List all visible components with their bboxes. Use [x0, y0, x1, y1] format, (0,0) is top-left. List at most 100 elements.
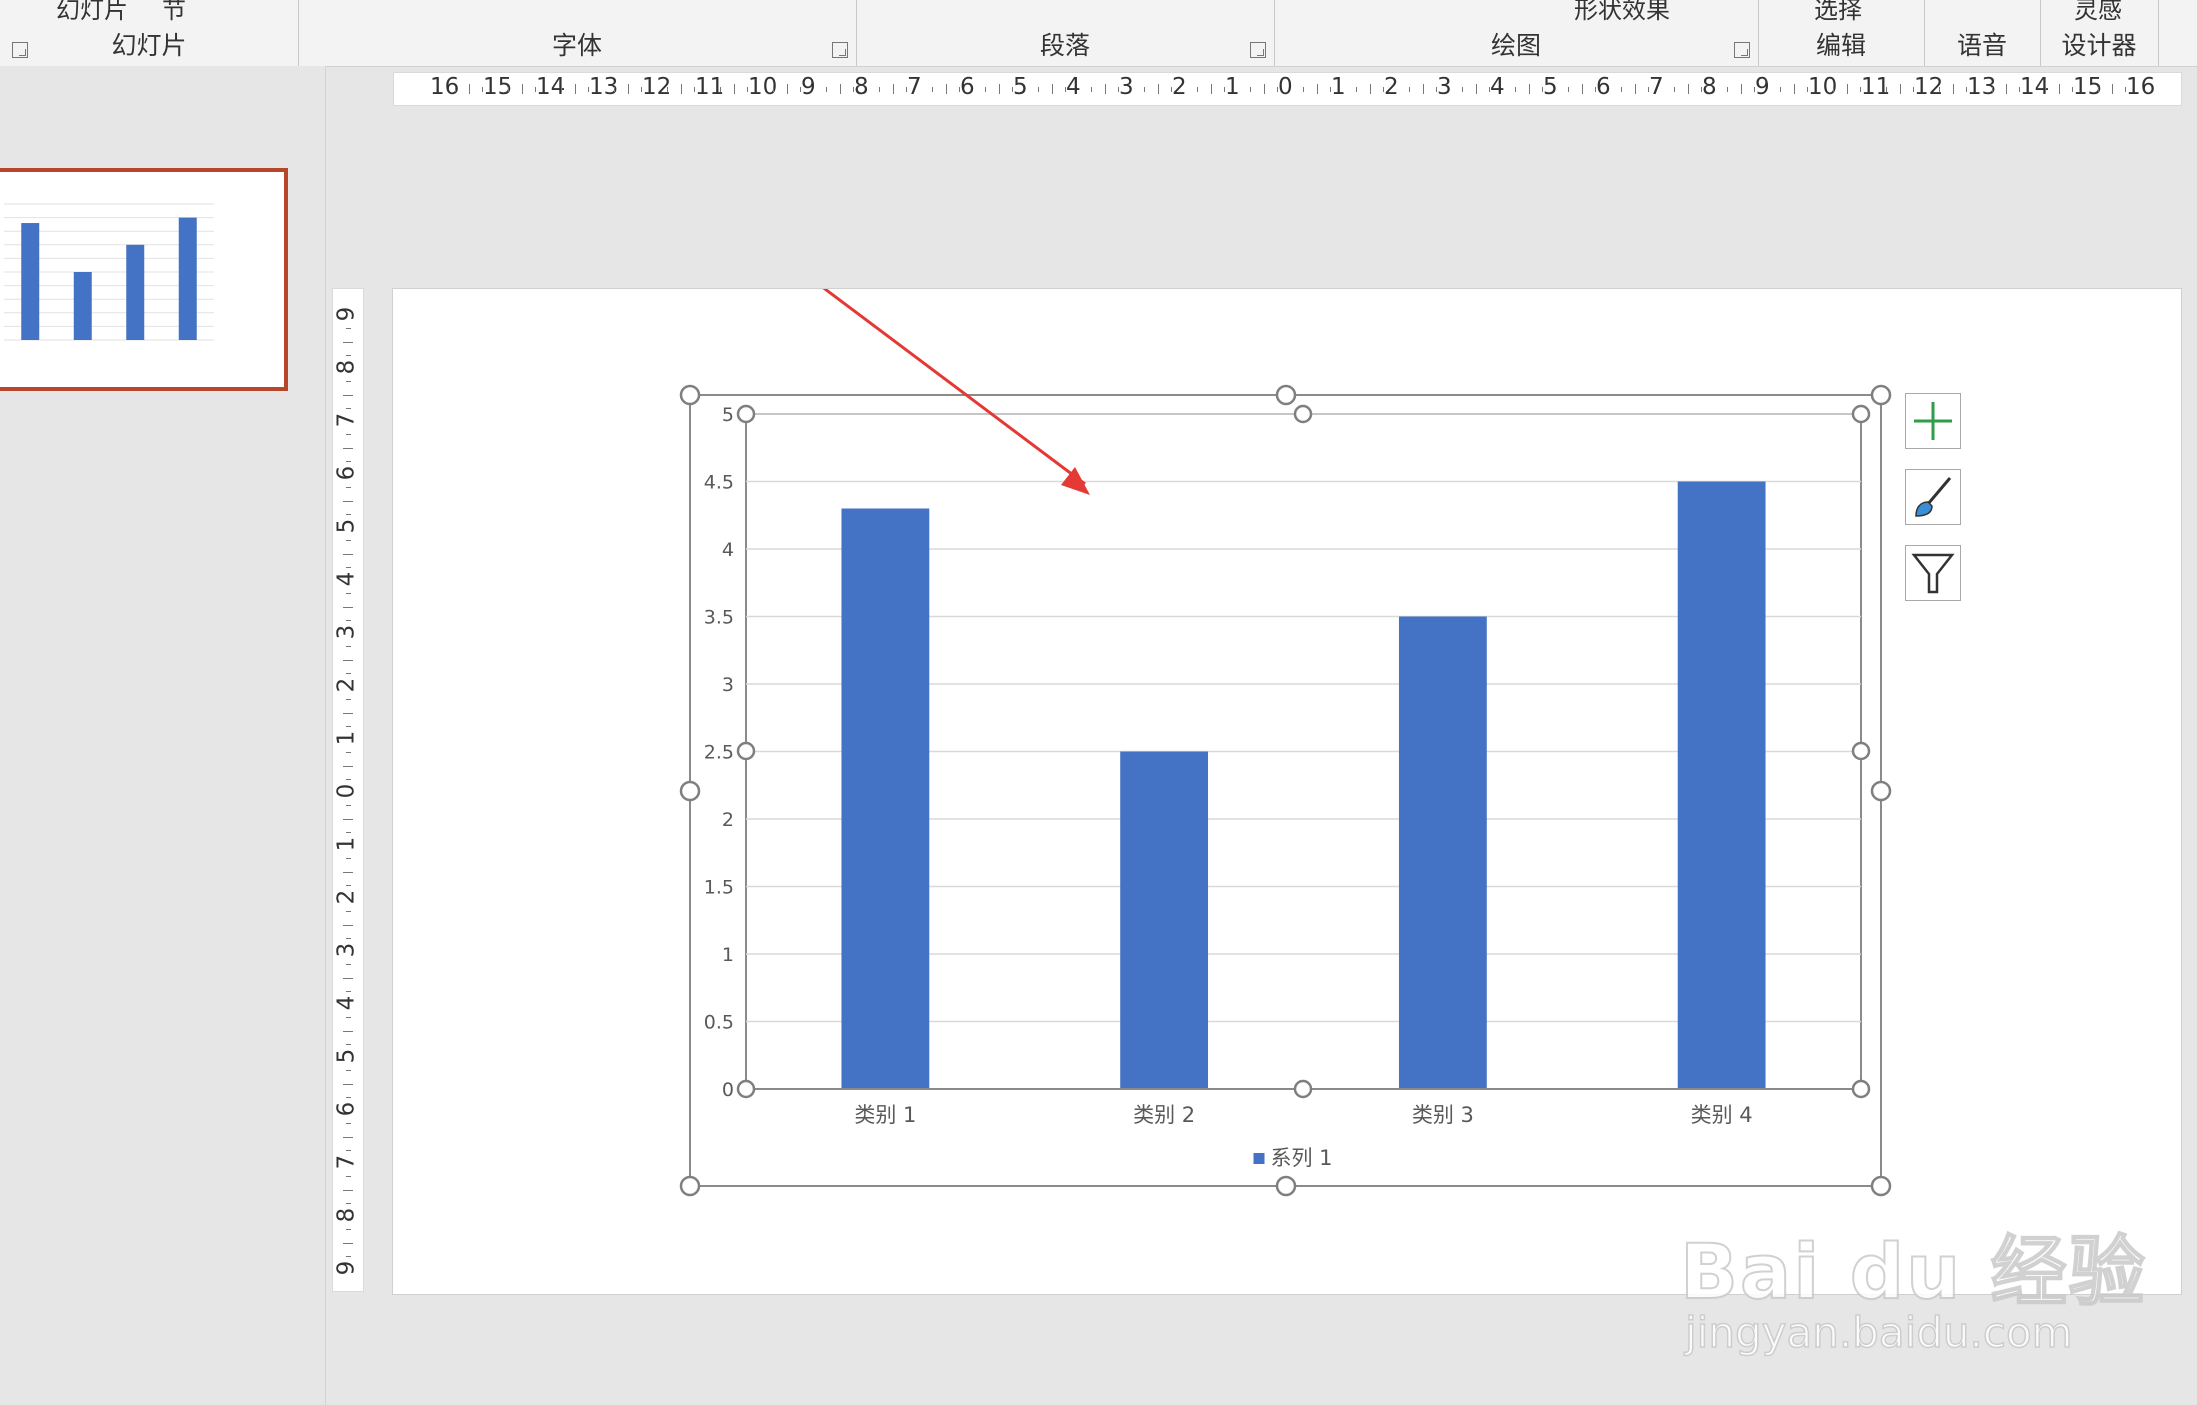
ruler-tick	[1674, 86, 1676, 92]
ruler-tick	[345, 1229, 351, 1231]
ruler-tick	[1144, 86, 1146, 92]
ruler-tick	[1462, 86, 1464, 92]
y-tick-label: 0.5	[704, 1012, 734, 1034]
ruler-tick	[2045, 86, 2047, 92]
y-tick-label: 4	[722, 539, 734, 561]
ruler-tick	[985, 86, 987, 92]
ruler-tick	[345, 884, 351, 886]
ruler-tick	[667, 86, 669, 92]
thumb-bar	[178, 217, 197, 340]
ruler-tick	[343, 341, 353, 343]
font-dialog-launcher-icon[interactable]	[832, 42, 848, 58]
ruler-label: 3	[1119, 74, 1134, 100]
ruler-label: 5	[333, 1048, 360, 1064]
x-tick-label: 类别 4	[1691, 1103, 1753, 1127]
slide-canvas[interactable]: 0 0.5 1 1.5 2 2.5 3 3.5 4 4.5 5 类别 1 类别 2 类别 3 类别 4 系…	[392, 288, 2182, 1295]
ruler-tick	[345, 805, 351, 807]
y-tick-label: 2	[722, 809, 734, 831]
group-label-paragraph: 段落	[1039, 31, 1090, 60]
ruler-label: 6	[333, 1101, 360, 1117]
ruler-tick	[345, 540, 351, 542]
ruler-label: 2	[1384, 74, 1399, 100]
section-button[interactable]: 节	[162, 0, 186, 25]
filter-icon	[1911, 553, 1955, 594]
slide-thumbnail-pane	[0, 66, 326, 1405]
ruler-tick	[345, 672, 351, 674]
ruler-tick	[1263, 84, 1265, 94]
ruler-tick	[1157, 84, 1159, 94]
ruler-label: 7	[907, 74, 922, 100]
ribbon-group-slides: 幻灯片 节 幻灯片	[0, 0, 299, 66]
y-tick-label: 5	[722, 404, 734, 426]
ruler-tick	[1409, 86, 1411, 92]
ruler-label: 9	[333, 306, 360, 322]
y-tick-label: 4.5	[704, 472, 734, 494]
ruler-tick	[345, 1017, 351, 1019]
ruler-tick	[343, 1189, 353, 1191]
design-ideas-button[interactable]: 灵感	[2074, 0, 2122, 25]
select-button[interactable]: 选择	[1814, 0, 1862, 25]
drawing-dialog-launcher-icon[interactable]	[1734, 42, 1750, 58]
new-slide-button[interactable]: 幻灯片	[56, 0, 128, 25]
ruler-tick	[343, 606, 353, 608]
ruler-tick	[773, 86, 775, 92]
resize-handle	[1870, 1175, 1892, 1197]
ruler-tick	[343, 659, 353, 661]
ruler-tick	[2111, 84, 2113, 94]
slide-thumbnail-1[interactable]	[0, 168, 288, 391]
ruler-tick	[345, 1096, 351, 1098]
ruler-tick	[1740, 84, 1742, 94]
plot-resize-handle	[1851, 741, 1871, 761]
plot-resize-handle	[1851, 1079, 1871, 1099]
vertical-ruler[interactable]: 9 8 7 6 5 4 3 2 1 0 1 2 3 4 5 6 7 8 9	[332, 288, 364, 1292]
thumbnail-chart	[4, 203, 214, 341]
ruler-label: 16	[2126, 74, 2156, 100]
resize-handle	[1870, 384, 1892, 406]
ruler-label: 8	[333, 1207, 360, 1223]
ruler-tick	[345, 699, 351, 701]
ruler-tick	[1528, 84, 1530, 94]
x-tick-label: 类别 3	[1412, 1103, 1474, 1127]
ruler-tick	[826, 86, 828, 92]
ruler-tick	[1952, 84, 1954, 94]
y-tick-label: 1	[722, 944, 734, 966]
chart-elements-button[interactable]	[1905, 393, 1961, 449]
ruler-tick	[345, 354, 351, 356]
resize-handle	[679, 384, 701, 406]
paragraph-dialog-launcher-icon[interactable]	[1250, 42, 1266, 58]
legend-swatch	[1253, 1153, 1265, 1164]
ruler-tick	[345, 911, 351, 913]
ribbon: 幻灯片 节 幻灯片 字体 段落 形状效果 绘图 选择 编辑 语音 灵感 设计器	[0, 0, 2197, 67]
group-label-drawing: 绘图	[1490, 31, 1541, 60]
ruler-tick	[1091, 86, 1093, 92]
plot-resize-handle	[736, 404, 756, 424]
ruler-tick	[345, 1176, 351, 1178]
chart-filters-button[interactable]	[1905, 545, 1961, 601]
resize-handle	[1870, 780, 1892, 802]
ruler-tick	[614, 86, 616, 92]
ruler-tick	[879, 86, 881, 92]
ruler-tick	[345, 964, 351, 966]
ruler-label: 0	[1278, 74, 1293, 100]
ruler-tick	[1846, 84, 1848, 94]
ruler-tick	[345, 1255, 351, 1257]
horizontal-ruler[interactable]: 16 15 14 13 12 11 10 9 8 7 6 5 4 3 2 1 0 1 2 3 4 5 6 7 8 9 10 11 12 1…	[393, 72, 2182, 106]
ruler-label: 5	[333, 518, 360, 534]
ruler-label: 4	[333, 995, 360, 1011]
ruler-tick	[733, 84, 735, 94]
ruler-tick	[720, 86, 722, 92]
ruler-label: 8	[1702, 74, 1717, 100]
ribbon-group-designer: 灵感 设计器	[2040, 0, 2159, 66]
ruler-tick	[1939, 86, 1941, 92]
chart-styles-button[interactable]	[1905, 469, 1961, 525]
ruler-tick	[1369, 84, 1371, 94]
ruler-label: 1	[1331, 74, 1346, 100]
ruler-tick	[343, 712, 353, 714]
ruler-tick	[345, 646, 351, 648]
ruler-tick	[786, 84, 788, 94]
ribbon-group-editing: 选择 编辑	[1758, 0, 1925, 66]
ruler-tick	[1634, 84, 1636, 94]
ruler-tick	[1793, 84, 1795, 94]
ribbon-group-drawing: 形状效果 绘图	[1274, 0, 1759, 66]
shape-effects-button[interactable]: 形状效果	[1574, 0, 1670, 25]
